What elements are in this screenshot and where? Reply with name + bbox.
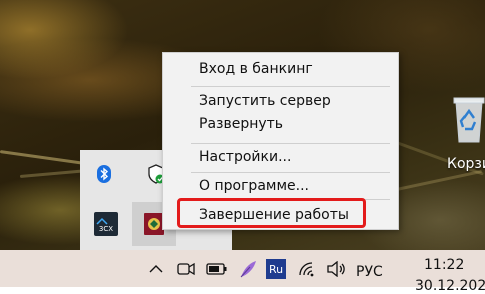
menu-separator: [191, 86, 390, 87]
menu-item-expand[interactable]: Развернуть: [163, 111, 398, 137]
camera-icon[interactable]: [177, 260, 195, 278]
taskbar: Ru: [0, 250, 485, 287]
menu-item-about[interactable]: О программе...: [163, 173, 398, 199]
clock-date[interactable]: 30.12.2025: [415, 278, 485, 294]
bluetooth-icon: [97, 165, 111, 183]
3cx-label: 3CX: [99, 225, 113, 233]
ru-icon[interactable]: Ru: [266, 259, 286, 279]
tray-item-bluetooth[interactable]: [82, 152, 126, 196]
desktop: Корзина 3CX: [0, 0, 485, 250]
clock-time[interactable]: 11:22: [424, 257, 464, 273]
menu-item-banking-login[interactable]: Вход в банкинг: [163, 56, 398, 82]
menu-item-settings[interactable]: Настройки...: [163, 144, 398, 170]
shutdown-highlight-box: [177, 198, 366, 228]
chevron-up-icon[interactable]: [148, 260, 164, 278]
recycle-bin-icon[interactable]: [452, 96, 485, 146]
tray-item-3cx[interactable]: 3CX: [84, 202, 128, 246]
wifi-icon[interactable]: [298, 260, 316, 278]
3cx-app-icon: 3CX: [94, 212, 118, 236]
battery-icon[interactable]: [206, 260, 228, 278]
ru-badge-label: Ru: [268, 262, 284, 276]
banking-app-icon: [144, 213, 164, 235]
volume-icon[interactable]: [326, 260, 346, 278]
input-language-indicator[interactable]: РУС: [356, 264, 383, 280]
recycle-bin-label[interactable]: Корзина: [447, 156, 485, 172]
feather-icon[interactable]: [238, 260, 258, 278]
